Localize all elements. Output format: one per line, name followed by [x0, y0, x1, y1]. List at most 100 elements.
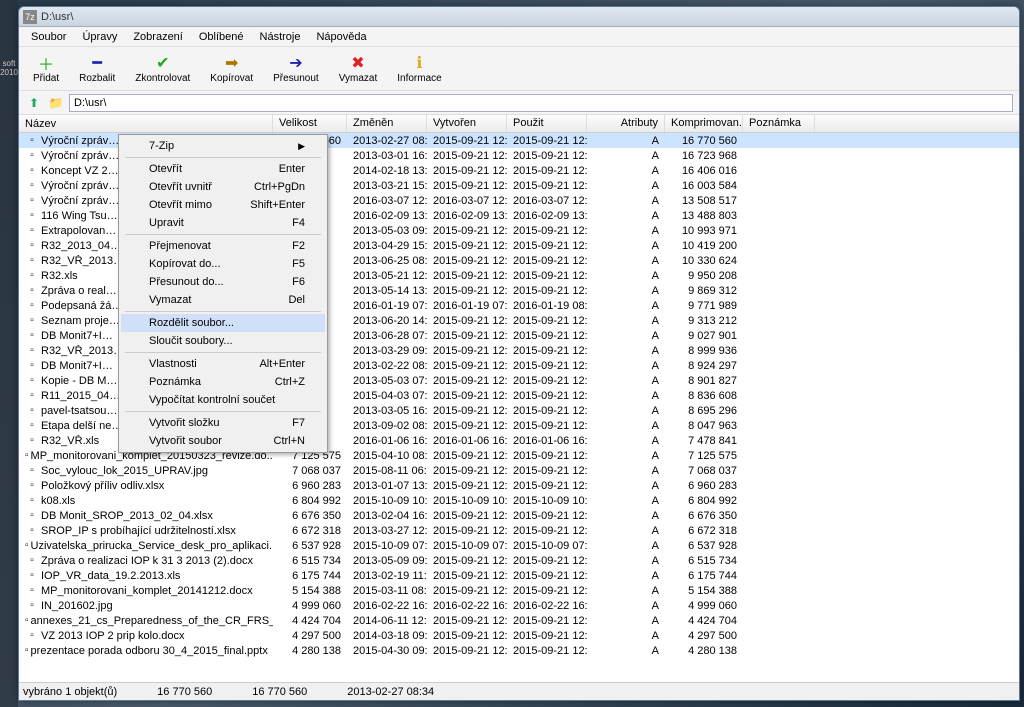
col-note[interactable]: Poznámka [743, 115, 815, 132]
context-separator [125, 157, 321, 158]
table-row[interactable]: ▫Soc_vylouc_lok_2015_UPRAV.jpg7 068 0372… [19, 463, 1019, 478]
file-icon: ▫ [25, 210, 39, 222]
desktop-icon-stub: soft2010 [0, 60, 18, 78]
table-row[interactable]: ▫VZ 2013 IOP 2 prip kolo.docx4 297 50020… [19, 628, 1019, 643]
col-created[interactable]: Vytvořen [427, 115, 507, 132]
toolbar-přesunout[interactable]: ➔Přesunout [265, 51, 327, 86]
file-icon: ▫ [25, 240, 39, 252]
menu-úpravy[interactable]: Úpravy [74, 29, 125, 45]
toolbar-rozbalit[interactable]: ━Rozbalit [71, 51, 123, 86]
col-attributes[interactable]: Atributy [587, 115, 665, 132]
table-row[interactable]: ▫IN_201602.jpg4 999 0602016-02-22 16:242… [19, 598, 1019, 613]
file-icon: ▫ [25, 525, 39, 537]
file-icon: ▫ [25, 225, 39, 237]
table-row[interactable]: ▫DB Monit_SROP_2013_02_04.xlsx6 676 3502… [19, 508, 1019, 523]
toolbar-informace[interactable]: ℹInformace [389, 51, 449, 86]
menubar: SouborÚpravyZobrazeníOblíbenéNástrojeNáp… [19, 27, 1019, 47]
col-size[interactable]: Velikost [273, 115, 347, 132]
file-icon: ▫ [25, 615, 29, 627]
menu-nástroje[interactable]: Nástroje [252, 29, 309, 45]
titlebar[interactable]: 7z D:\usr\ [19, 7, 1019, 27]
file-icon: ▫ [25, 180, 39, 192]
context-p-ejmenovat[interactable]: PřejmenovatF2 [121, 237, 325, 255]
table-row[interactable]: ▫k08.xls6 804 9922015-10-09 10:142015-10… [19, 493, 1019, 508]
file-icon: ▫ [25, 630, 39, 642]
file-icon: ▫ [25, 255, 39, 267]
context-separator [125, 352, 321, 353]
col-name[interactable]: Název [19, 115, 273, 132]
table-row[interactable]: ▫Zpráva o realizaci IOP k 31 3 2013 (2).… [19, 553, 1019, 568]
context-vytvo-it-slo-ku[interactable]: Vytvořit složkuF7 [121, 414, 325, 432]
file-icon: ▫ [25, 600, 39, 612]
context-otev-t-uvnit-[interactable]: Otevřít uvnitřCtrl+PgDn [121, 178, 325, 196]
col-accessed[interactable]: Použit [507, 115, 587, 132]
file-icon: ▫ [25, 585, 39, 597]
up-icon[interactable]: ⬆ [25, 94, 43, 112]
menu-soubor[interactable]: Soubor [23, 29, 74, 45]
toolbar-zkontrolovat[interactable]: ✔Zkontrolovat [127, 51, 198, 86]
status-size1: 16 770 560 [157, 686, 212, 698]
toolbar-přidat[interactable]: ＋Přidat [25, 51, 67, 86]
table-row[interactable]: ▫SROP_IP s probíhající udržitelností.xls… [19, 523, 1019, 538]
přidat-icon: ＋ [36, 53, 56, 73]
col-modified[interactable]: Změněn [347, 115, 427, 132]
table-row[interactable]: ▫annexes_21_cs_Preparedness_of_the_CR_FR… [19, 613, 1019, 628]
přesunout-icon: ➔ [286, 53, 306, 73]
file-icon: ▫ [25, 555, 39, 567]
table-row[interactable]: ▫Položkový příliv odliv.xlsx6 960 283201… [19, 478, 1019, 493]
context-kop-rovat-do-[interactable]: Kopírovat do...F5 [121, 255, 325, 273]
context-separator [125, 234, 321, 235]
toolbar-kopírovat[interactable]: ➡Kopírovat [202, 51, 261, 86]
status-selection: vybráno 1 objekt(ů) [23, 686, 117, 698]
context-vlastnosti[interactable]: VlastnostiAlt+Enter [121, 355, 325, 373]
context-otev-t-mimo[interactable]: Otevřít mimoShift+Enter [121, 196, 325, 214]
vymazat-icon: ✖ [348, 53, 368, 73]
context-vytvo-it-soubor[interactable]: Vytvořit souborCtrl+N [121, 432, 325, 450]
file-icon: ▫ [25, 270, 39, 282]
file-icon: ▫ [25, 375, 39, 387]
file-icon: ▫ [25, 360, 39, 372]
context-rozd-lit-soubor-[interactable]: Rozdělit soubor... [121, 314, 325, 332]
file-icon: ▫ [25, 540, 29, 552]
context-7-zip[interactable]: 7-Zip▶ [121, 137, 325, 155]
path-input[interactable] [69, 94, 1013, 112]
context-slou-it-soubory-[interactable]: Sloučit soubory... [121, 332, 325, 350]
table-row[interactable]: ▫Uzivatelska_prirucka_Service_desk_pro_a… [19, 538, 1019, 553]
file-icon: ▫ [25, 450, 29, 462]
file-icon: ▫ [25, 345, 39, 357]
context-vymazat[interactable]: VymazatDel [121, 291, 325, 309]
table-row[interactable]: ▫MP_monitorovani_komplet_20141212.docx5 … [19, 583, 1019, 598]
file-icon: ▫ [25, 510, 39, 522]
file-icon: ▫ [25, 495, 39, 507]
table-row[interactable]: ▫IOP_VR_data_19.2.2013.xls6 175 7442013-… [19, 568, 1019, 583]
file-icon: ▫ [25, 195, 39, 207]
list-header[interactable]: Název Velikost Změněn Vytvořen Použit At… [19, 115, 1019, 133]
context-separator [125, 311, 321, 312]
context-menu[interactable]: 7-Zip▶ OtevřítEnterOtevřít uvnitřCtrl+PgD… [118, 134, 328, 453]
status-date: 2013-02-27 08:34 [347, 686, 434, 698]
submenu-arrow-icon: ▶ [298, 141, 305, 152]
context-vypo-tat-kontroln-sou-et[interactable]: Vypočítat kontrolní součet [121, 391, 325, 409]
menu-nápověda[interactable]: Nápověda [308, 29, 374, 45]
context-pozn-mka[interactable]: PoznámkaCtrl+Z [121, 373, 325, 391]
folder-icon[interactable]: 📁 [47, 94, 65, 112]
file-icon: ▫ [25, 405, 39, 417]
toolbar-vymazat[interactable]: ✖Vymazat [331, 51, 386, 86]
file-icon: ▫ [25, 570, 39, 582]
app-icon: 7z [23, 10, 37, 24]
col-compressed[interactable]: Komprimovan... [665, 115, 743, 132]
context-otev-t[interactable]: OtevřítEnter [121, 160, 325, 178]
menu-oblíbené[interactable]: Oblíbené [191, 29, 252, 45]
menu-zobrazení[interactable]: Zobrazení [125, 29, 191, 45]
table-row[interactable]: ▫prezentace porada odboru 30_4_2015_fina… [19, 643, 1019, 658]
kopírovat-icon: ➡ [222, 53, 242, 73]
file-icon: ▫ [25, 480, 39, 492]
file-icon: ▫ [25, 165, 39, 177]
file-icon: ▫ [25, 420, 39, 432]
context-p-esunout-do-[interactable]: Přesunout do...F6 [121, 273, 325, 291]
informace-icon: ℹ [409, 53, 429, 73]
file-icon: ▫ [25, 435, 39, 447]
status-size2: 16 770 560 [252, 686, 307, 698]
file-icon: ▫ [25, 315, 39, 327]
context-upravit[interactable]: UpravitF4 [121, 214, 325, 232]
